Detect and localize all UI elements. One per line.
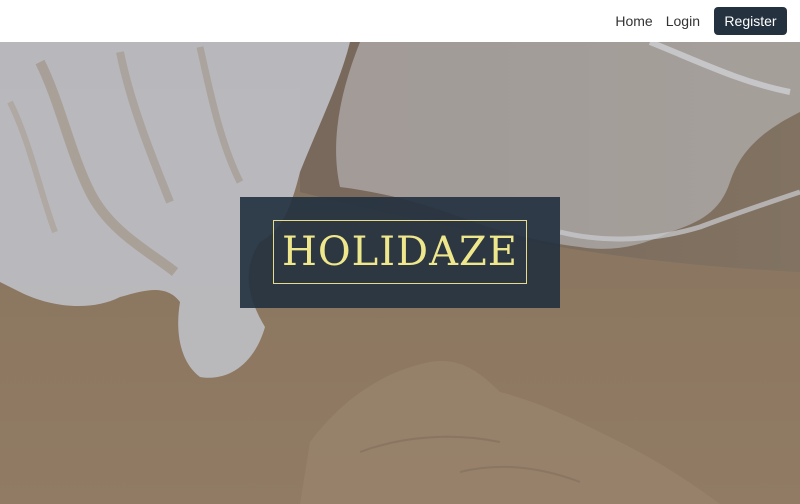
register-button[interactable]: Register [714, 7, 787, 35]
navbar: Home Login Register [0, 0, 800, 42]
hero-title-box: HOLIDAZE [240, 197, 560, 308]
hero-title: HOLIDAZE [282, 229, 518, 275]
nav-home-link[interactable]: Home [615, 13, 652, 29]
nav-login-link[interactable]: Login [666, 13, 700, 29]
hero-title-frame: HOLIDAZE [273, 220, 527, 284]
hero-banner: HOLIDAZE [0, 42, 800, 504]
